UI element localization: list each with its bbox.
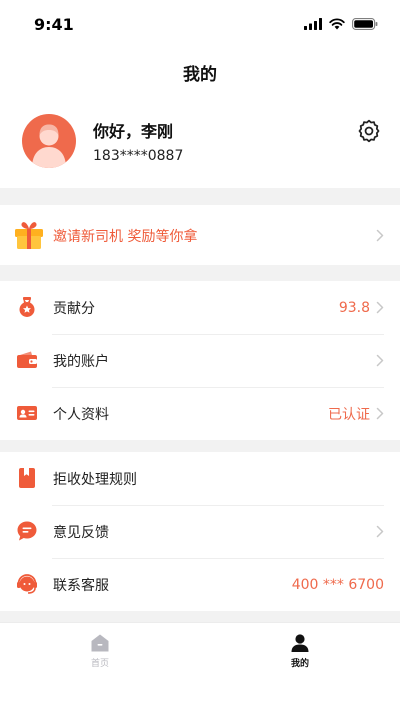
profile-card: 你好，李刚 183****0887 bbox=[0, 96, 400, 188]
nav-bar: 我的 bbox=[0, 48, 400, 96]
menu-item-personal-info[interactable]: 个人资料 已认证 bbox=[0, 387, 400, 440]
tab-home-label: 首页 bbox=[90, 659, 109, 669]
gear-icon bbox=[358, 119, 380, 143]
gift-icon bbox=[15, 222, 43, 249]
tab-bar: 首页 我的 bbox=[0, 622, 400, 713]
chevron-right-icon bbox=[376, 525, 384, 538]
settings-button[interactable] bbox=[356, 118, 382, 144]
message-icon bbox=[17, 521, 37, 541]
menu-group-support: 拒收处理规则 意见反馈 联系客服 400 *** 6700 bbox=[0, 452, 400, 611]
phone-number: 183****0887 bbox=[93, 148, 184, 164]
invite-text: 邀请新司机 奖励等你拿 bbox=[53, 229, 198, 245]
menu-item-label: 意见反馈 bbox=[53, 524, 109, 541]
verification-status: 已认证 bbox=[328, 406, 370, 423]
tab-home[interactable]: 首页 bbox=[80, 633, 120, 669]
greeting-text: 你好，李刚 bbox=[93, 122, 174, 141]
menu-item-label: 贡献分 bbox=[53, 300, 95, 317]
menu-group-account: 贡献分 93.8 我的账户 个人资料 已认证 bbox=[0, 281, 400, 440]
wifi-icon bbox=[329, 18, 345, 30]
chevron-right-icon bbox=[376, 354, 384, 367]
menu-item-contribution-score[interactable]: 贡献分 93.8 bbox=[0, 281, 400, 334]
menu-item-rejection-rules[interactable]: 拒收处理规则 bbox=[0, 452, 400, 505]
tab-mine[interactable]: 我的 bbox=[280, 633, 320, 669]
home-icon bbox=[91, 634, 109, 652]
headset-icon bbox=[17, 574, 37, 594]
status-bar: 9:41 bbox=[0, 0, 400, 48]
user-avatar-icon bbox=[32, 124, 66, 168]
wallet-icon bbox=[17, 351, 37, 368]
battery-icon bbox=[352, 18, 378, 30]
menu-item-customer-service[interactable]: 联系客服 400 *** 6700 bbox=[0, 558, 400, 611]
status-time: 9:41 bbox=[34, 14, 74, 34]
user-icon bbox=[291, 634, 309, 652]
avatar[interactable] bbox=[22, 114, 76, 168]
menu-item-feedback[interactable]: 意见反馈 bbox=[0, 505, 400, 558]
status-icons bbox=[304, 18, 378, 30]
menu-item-label: 个人资料 bbox=[53, 406, 109, 423]
id-card-icon bbox=[17, 406, 37, 420]
menu-item-my-account[interactable]: 我的账户 bbox=[0, 334, 400, 387]
chevron-right-icon bbox=[376, 229, 384, 242]
tab-mine-label: 我的 bbox=[290, 659, 309, 669]
page-title: 我的 bbox=[183, 64, 217, 85]
book-icon bbox=[19, 468, 35, 488]
chevron-right-icon bbox=[376, 407, 384, 420]
service-phone-number[interactable]: 400 *** 6700 bbox=[292, 577, 384, 593]
medal-icon bbox=[19, 297, 35, 317]
menu-item-label: 我的账户 bbox=[53, 353, 109, 370]
invite-banner[interactable]: 邀请新司机 奖励等你拿 bbox=[0, 205, 400, 265]
signal-icon bbox=[304, 18, 322, 30]
chevron-right-icon bbox=[376, 301, 384, 314]
menu-item-label: 联系客服 bbox=[53, 577, 109, 594]
contribution-score-value: 93.8 bbox=[338, 299, 370, 316]
menu-item-label: 拒收处理规则 bbox=[53, 471, 137, 488]
